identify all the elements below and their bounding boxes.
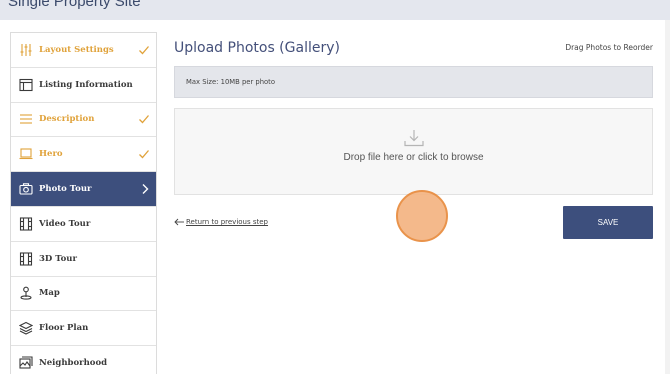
- sidebar-item-label: Floor Plan: [39, 323, 89, 334]
- checkmark-icon: [139, 45, 149, 55]
- photos-icon: [19, 356, 33, 370]
- sliders-icon: [19, 43, 33, 57]
- film-icon: [19, 252, 33, 266]
- layers-icon: [19, 321, 33, 335]
- sidebar-item-label: Neighborhood: [39, 358, 108, 369]
- sidebar-item-label: Layout Settings: [39, 44, 114, 55]
- chevron-right-icon: [142, 184, 149, 195]
- sidebar-item-listing-information[interactable]: Listing Information: [11, 68, 156, 103]
- sidebar-item-label: Description: [39, 114, 95, 125]
- max-size-notice: Max Size: 10MB per photo: [174, 66, 653, 98]
- sidebar-item-label: Hero: [39, 149, 63, 160]
- sidebar-item-3d-tour[interactable]: 3D Tour: [11, 242, 156, 277]
- checkmark-icon: [139, 150, 149, 159]
- save-button[interactable]: SAVE: [563, 206, 653, 239]
- sidebar-item-label: Listing Information: [39, 79, 133, 90]
- sidebar-item-hero[interactable]: Hero: [11, 137, 156, 173]
- sidebar-item-label: Photo Tour: [39, 184, 92, 195]
- sidebar-item-description[interactable]: Description: [11, 103, 156, 138]
- return-to-previous-step-link[interactable]: Return to previous step: [174, 218, 268, 226]
- page-title: Upload Photos (Gallery): [174, 40, 340, 56]
- file-dropzone[interactable]: Drop file here or click to browse: [174, 108, 653, 195]
- map-pin-icon: [19, 286, 33, 301]
- scrollbar[interactable]: [665, 20, 670, 374]
- sidebar-item-layout-settings[interactable]: Layout Settings: [11, 33, 156, 68]
- sidebar-item-map[interactable]: Map: [11, 277, 156, 312]
- download-icon: [404, 130, 424, 147]
- sidebar-item-label: 3D Tour: [39, 253, 77, 264]
- sidebar-item-photo-tour[interactable]: Photo Tour: [11, 172, 156, 207]
- app-header: Single Property Site: [0, 0, 670, 20]
- sidebar-item-label: Video Tour: [39, 218, 91, 229]
- back-link-label: Return to previous step: [186, 218, 269, 226]
- reorder-hint: Drag Photos to Reorder: [565, 43, 653, 52]
- sidebar-item-label: Map: [39, 288, 60, 299]
- lines-icon: [19, 112, 33, 126]
- cursor-highlight: [396, 190, 448, 242]
- sidebar-item-video-tour[interactable]: Video Tour: [11, 207, 156, 242]
- document-icon: [19, 78, 33, 92]
- max-size-text: Max Size: 10MB per photo: [186, 78, 276, 86]
- app-title: Single Property Site: [8, 0, 141, 10]
- sidebar-item-neighborhood[interactable]: Neighborhood: [11, 346, 156, 374]
- steps-sidebar: Layout Settings Listing Information Desc…: [10, 32, 157, 374]
- film-icon: [19, 217, 33, 231]
- checkmark-icon: [139, 115, 149, 124]
- dropzone-text: Drop file here or click to browse: [343, 152, 484, 163]
- camera-icon: [19, 182, 33, 196]
- arrow-left-icon: [174, 218, 184, 226]
- monitor-icon: [19, 147, 33, 161]
- sidebar-item-floor-plan[interactable]: Floor Plan: [11, 311, 156, 347]
